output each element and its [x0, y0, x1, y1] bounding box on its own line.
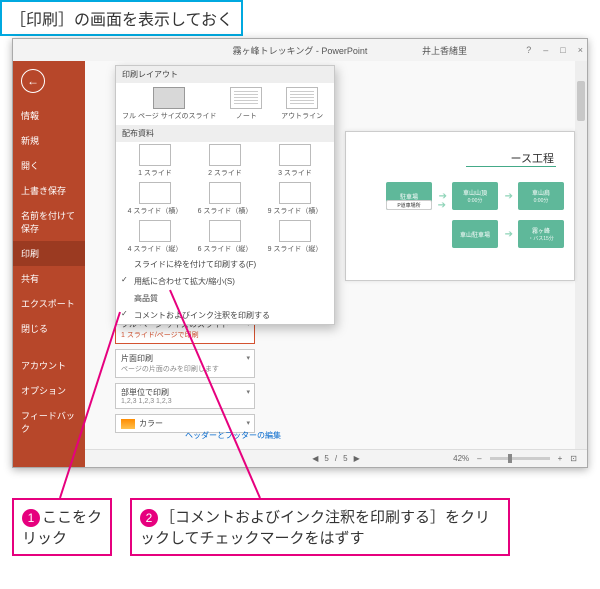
zoom-in-icon[interactable]: + [558, 454, 563, 463]
dd-9v[interactable]: 9 スライド（縦） [262, 220, 328, 254]
dd-4h[interactable]: 4 スライド（横） [122, 182, 188, 216]
sidebar-item-options[interactable]: オプション [13, 378, 85, 403]
fit-to-window-icon[interactable]: ⊡ [570, 454, 577, 463]
dd-6h[interactable]: 6 スライド（横） [192, 182, 258, 216]
sidebar-item-close[interactable]: 閉じる [13, 316, 85, 341]
zoom-slider[interactable] [490, 457, 550, 460]
sidebar-item-share[interactable]: 共有 [13, 266, 85, 291]
sidebar-item-saveas[interactable]: 名前を付けて保存 [13, 203, 85, 241]
dd-2slide[interactable]: 2 スライド [192, 144, 258, 178]
sidebar-item-info[interactable]: 情報 [13, 103, 85, 128]
dd-scale-to-fit[interactable]: 用紙に合わせて拡大/縮小(S) [116, 273, 334, 290]
maximize-icon[interactable]: □ [560, 45, 565, 55]
minimize-icon[interactable]: – [543, 45, 548, 55]
dd-print-comments[interactable]: コメントおよびインク注釈を印刷する [116, 307, 334, 324]
window-title: 霧ヶ峰トレッキング - PowerPoint [233, 44, 368, 57]
status-bar: ◀ 5 / 5 ▶ 42% – + ⊡ [85, 449, 587, 467]
backstage-sidebar: ← 情報 新規 開く 上書き保存 名前を付けて保存 印刷 共有 エクスポート 閉… [13, 61, 85, 467]
titlebar: 霧ヶ峰トレッキング - PowerPoint 井上香緒里 ? – □ × [13, 39, 587, 61]
flow-box: 車山山頂0:00分 [452, 182, 498, 210]
color-swatch-icon [121, 419, 135, 429]
setting-collated[interactable]: 部単位で印刷1,2,3 1,2,3 1,2,3 [115, 383, 255, 409]
sidebar-item-open[interactable]: 開く [13, 153, 85, 178]
print-pane: 印刷レイアウト フル ページ サイズのスライド ノート アウトライン 配布資料 … [85, 61, 587, 467]
layout-dropdown: 印刷レイアウト フル ページ サイズのスライド ノート アウトライン 配布資料 … [115, 65, 335, 325]
sidebar-item-new[interactable]: 新規 [13, 128, 85, 153]
dd-outline[interactable]: アウトライン [276, 87, 328, 121]
dd-frame-slides[interactable]: スライドに枠を付けて印刷する(F) [116, 256, 334, 273]
dd-high-quality[interactable]: 高品質 [116, 290, 334, 307]
prev-page-icon[interactable]: ◀ [312, 454, 318, 463]
sidebar-item-print[interactable]: 印刷 [13, 241, 85, 266]
callout-2: 2［コメントおよびインク注釈を印刷する］をクリックしてチェックマークをはずす [130, 498, 510, 556]
user-name: 井上香緒里 [422, 44, 467, 57]
flow-box: 車山肩0:00分 [518, 182, 564, 210]
callout-1: 1ここをクリック [12, 498, 112, 556]
dd-section-layout: 印刷レイアウト [116, 66, 334, 83]
powerpoint-window: 霧ヶ峰トレッキング - PowerPoint 井上香緒里 ? – □ × ← 情… [12, 38, 588, 468]
sidebar-item-feedback[interactable]: フィードバック [13, 403, 85, 441]
header-note: ［印刷］の画面を表示しておく [0, 0, 243, 36]
back-button[interactable]: ← [21, 69, 45, 93]
dd-3slide[interactable]: 3 スライド [262, 144, 328, 178]
flow-box: 車山駐車場 [452, 220, 498, 248]
print-settings: フル ページ サイズのスライド1 スライド/ページで印刷 片面印刷ページの片面の… [115, 315, 255, 438]
page-nav[interactable]: ◀ 5 / 5 ▶ [312, 454, 359, 463]
next-page-icon[interactable]: ▶ [354, 454, 360, 463]
edit-header-footer-link[interactable]: ヘッダーとフッターの編集 [185, 430, 281, 441]
setting-one-sided[interactable]: 片面印刷ページの片面のみを印刷します [115, 349, 255, 378]
flow-box: 霧ヶ峰・バス15分 [518, 220, 564, 248]
close-icon[interactable]: × [578, 45, 583, 55]
dd-6v[interactable]: 6 スライド（縦） [192, 220, 258, 254]
sidebar-item-account[interactable]: アカウント [13, 353, 85, 378]
callout-number: 1 [22, 509, 40, 527]
callout-number: 2 [140, 509, 158, 527]
dd-9h[interactable]: 9 スライド（横） [262, 182, 328, 216]
scrollbar[interactable] [575, 61, 587, 467]
print-preview: ース工程 駐車場P道車場所 車山山頂0:00分 車山肩0:00分 車山駐車場 霧… [345, 131, 575, 281]
dd-notes[interactable]: ノート [221, 87, 273, 121]
flow-box: 駐車場P道車場所 [386, 182, 432, 210]
zoom-out-icon[interactable]: – [477, 454, 481, 463]
dd-full-page[interactable]: フル ページ サイズのスライド [122, 87, 217, 121]
dd-1slide[interactable]: 1 スライド [122, 144, 188, 178]
dd-section-handouts: 配布資料 [116, 125, 334, 142]
sidebar-item-save[interactable]: 上書き保存 [13, 178, 85, 203]
dd-4v[interactable]: 4 スライド（縦） [122, 220, 188, 254]
slide-title: ース工程 [511, 150, 554, 166]
help-icon[interactable]: ? [526, 45, 531, 55]
sidebar-item-export[interactable]: エクスポート [13, 291, 85, 316]
zoom-value: 42% [453, 454, 469, 463]
